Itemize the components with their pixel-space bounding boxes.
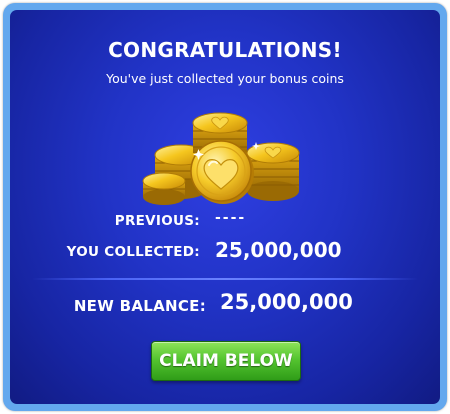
dialog-subtitle: You've just collected your bonus coins bbox=[106, 71, 344, 86]
gold-coins-icon bbox=[142, 112, 300, 205]
coin-stack-front bbox=[142, 172, 186, 205]
dialog-title: CONGRATULATIONS! bbox=[108, 38, 342, 62]
collected-value: 25,000,000 bbox=[215, 238, 342, 262]
balance-label: NEW BALANCE: bbox=[73, 297, 206, 315]
previous-label: PREVIOUS: bbox=[114, 213, 200, 229]
balance-value: 25,000,000 bbox=[220, 290, 353, 314]
collected-row: YOU COLLECTED: 25,000,000 bbox=[10, 238, 440, 264]
collected-label: YOU COLLECTED: bbox=[66, 244, 200, 260]
previous-value: ---- bbox=[215, 210, 247, 226]
previous-row: PREVIOUS: ---- bbox=[10, 210, 440, 230]
divider bbox=[32, 278, 418, 280]
balance-row: NEW BALANCE: 25,000,000 bbox=[10, 290, 440, 318]
dialog-frame: CONGRATULATIONS! You've just collected y… bbox=[3, 3, 447, 411]
bonus-dialog-panel: CONGRATULATIONS! You've just collected y… bbox=[10, 10, 440, 404]
coin-stack-right bbox=[246, 142, 300, 201]
claim-button[interactable]: CLAIM BELOW bbox=[151, 341, 301, 381]
